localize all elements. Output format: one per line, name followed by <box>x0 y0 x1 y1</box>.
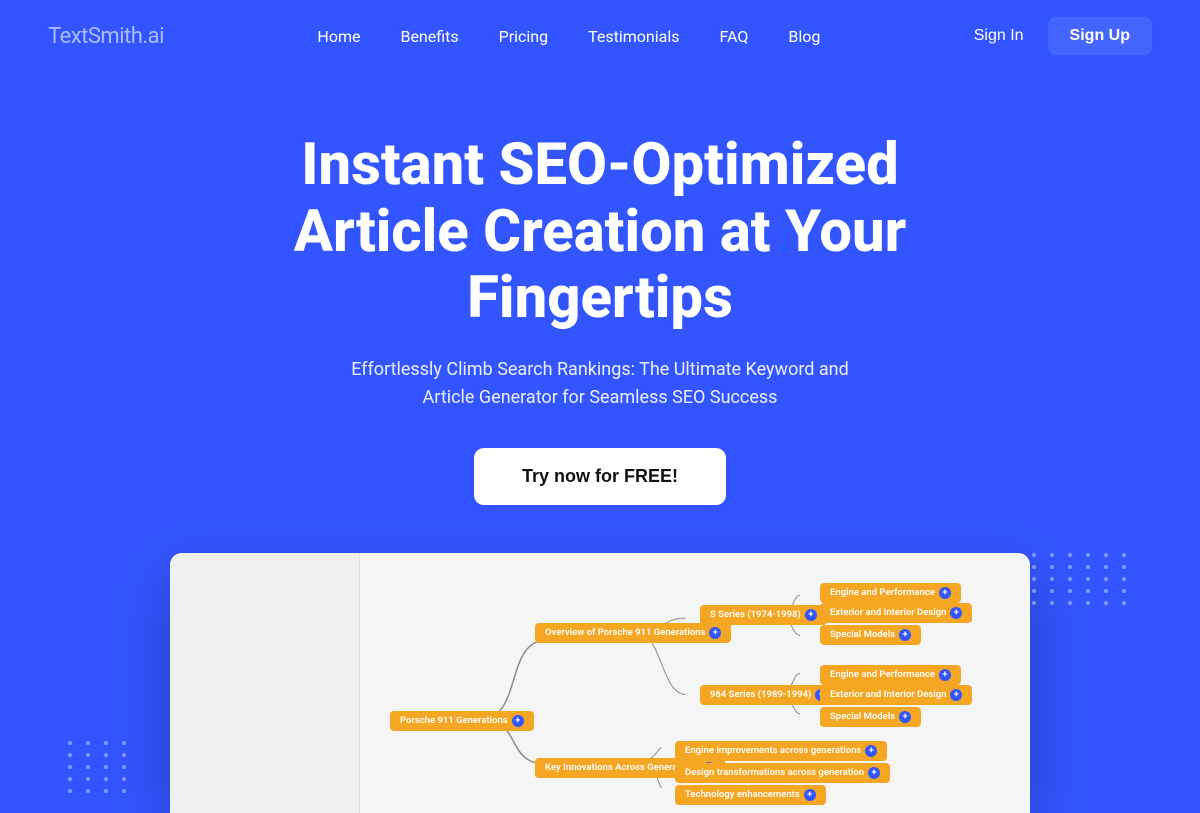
mindmap-964-node: 964 Series (1989-1994) + <box>700 685 837 705</box>
logo-text: TextSmith <box>48 24 142 49</box>
mindmap-spec1-node: Special Models + <box>820 625 921 645</box>
nav-faq[interactable]: FAQ <box>719 27 748 46</box>
mindmap-spec2-node: Special Models + <box>820 707 921 727</box>
nav-blog[interactable]: Blog <box>788 27 820 46</box>
screenshot-window: Porsche 911 Generations + Overview of Po… <box>170 553 1030 813</box>
dots-right <box>1032 553 1132 605</box>
mindmap-tech-node: Technology enhancements + <box>675 785 826 805</box>
hero-section: Instant SEO-Optimized Article Creation a… <box>0 72 1200 813</box>
sign-up-button[interactable]: Sign Up <box>1048 17 1152 55</box>
mindmap-ep1-node: Engine and Performance + <box>820 583 961 603</box>
mindmap-ext1-node: Exterior and Interior Design + <box>820 603 972 623</box>
logo: TextSmith.ai <box>48 24 164 49</box>
mindmap-ep2-node: Engine and Performance + <box>820 665 961 685</box>
navbar: TextSmith.ai Home Benefits Pricing Testi… <box>0 0 1200 72</box>
nav-actions: Sign In Sign Up <box>974 17 1152 55</box>
mindmap-overview-node: Overview of Porsche 911 Generations + <box>535 623 731 643</box>
nav-benefits[interactable]: Benefits <box>400 27 458 46</box>
preview-container: Porsche 911 Generations + Overview of Po… <box>48 553 1152 813</box>
mindmap-canvas: Porsche 911 Generations + Overview of Po… <box>380 573 1010 793</box>
hero-title: Instant SEO-Optimized Article Creation a… <box>220 132 980 332</box>
mindmap-root-node: Porsche 911 Generations + <box>390 711 534 731</box>
cta-button[interactable]: Try now for FREE! <box>474 448 726 505</box>
mindmap-ext2-node: Exterior and Interior Design + <box>820 685 972 705</box>
nav-pricing[interactable]: Pricing <box>499 27 549 46</box>
nav-home[interactable]: Home <box>317 27 360 46</box>
mindmap-engine-imp-node: Engine improvements across generations + <box>675 741 887 761</box>
hero-subtitle: Effortlessly Climb Search Rankings: The … <box>330 356 870 412</box>
screenshot-mindmap: Porsche 911 Generations + Overview of Po… <box>360 553 1030 813</box>
screenshot-sidebar <box>170 553 360 813</box>
sign-in-button[interactable]: Sign In <box>974 27 1024 45</box>
mindmap-s-series-node: S Series (1974-1998) + <box>700 605 827 625</box>
logo-suffix: .ai <box>142 24 164 49</box>
nav-links: Home Benefits Pricing Testimonials FAQ B… <box>317 27 820 46</box>
dots-left <box>68 741 132 793</box>
nav-testimonials[interactable]: Testimonials <box>588 27 679 46</box>
mindmap-design-node: Design transformations across generation… <box>675 763 890 783</box>
